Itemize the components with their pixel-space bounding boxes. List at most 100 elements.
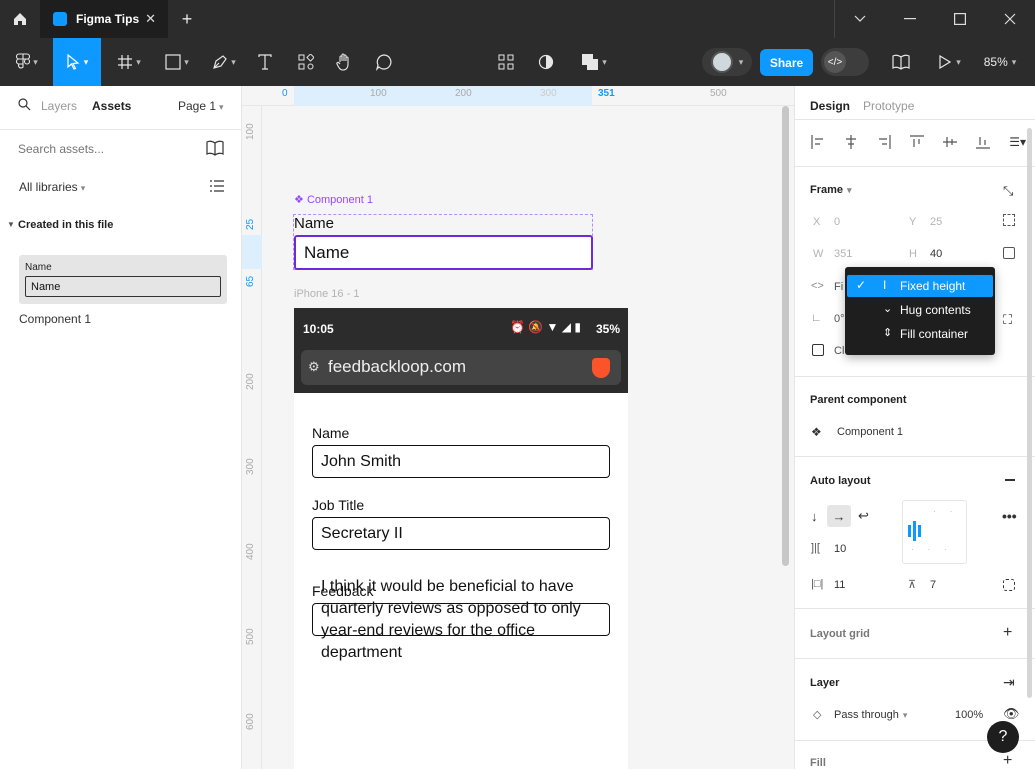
close-window-button[interactable] — [998, 0, 1022, 38]
avatar — [710, 51, 733, 73]
add-layout-grid-icon[interactable]: + — [1003, 624, 1012, 642]
add-fill-icon[interactable]: + — [1003, 752, 1012, 770]
vertical-direction-icon[interactable]: ↓ — [811, 509, 818, 524]
opacity-input[interactable]: 100% — [955, 709, 983, 721]
close-tab-icon[interactable]: ✕ — [145, 11, 156, 27]
canvas-scrollbar[interactable] — [782, 106, 789, 566]
parent-component-name[interactable]: Component 1 — [837, 426, 903, 438]
menu-item-label: Hug contents — [900, 303, 971, 317]
canvas[interactable]: ❖ Component 1 Name Name iPhone 16 - 1 10… — [262, 106, 794, 769]
avatar-button[interactable]: ▾ — [702, 48, 752, 76]
page-selector[interactable]: Page 1 ▾ — [178, 99, 224, 113]
minimize-button[interactable] — [898, 0, 922, 38]
align-center-h-icon[interactable] — [844, 135, 858, 149]
share-button[interactable]: Share — [760, 49, 813, 76]
h-input[interactable]: 40 — [930, 248, 942, 260]
component-label[interactable]: ❖ Component 1 — [294, 193, 373, 206]
job-title-field[interactable]: Secretary II — [312, 517, 610, 550]
blend-mode-dropdown[interactable]: Pass through ▾ — [834, 709, 907, 721]
resources-button[interactable] — [295, 50, 317, 74]
site-settings-icon[interactable]: ⚙ — [308, 359, 320, 375]
tab-layers[interactable]: Layers — [41, 99, 77, 113]
distribute-icon[interactable]: ☰▾ — [1009, 135, 1026, 149]
search-layers-icon[interactable] — [18, 98, 31, 114]
frame-tool-button[interactable]: ▾ — [112, 50, 146, 74]
hand-tool-button[interactable] — [333, 50, 355, 74]
component-name[interactable]: Component 1 — [19, 312, 91, 326]
pen-tool-button[interactable]: ▾ — [207, 50, 241, 74]
present-button[interactable]: ▾ — [933, 50, 967, 74]
shape-tool-button[interactable]: ▾ — [160, 50, 194, 74]
zoom-dropdown[interactable]: 85% ▾ — [978, 50, 1022, 74]
text-tool-button[interactable] — [254, 50, 276, 74]
menu-item-fixed-height[interactable]: ✓ I Fixed height — [847, 275, 993, 297]
constraints-icon[interactable] — [1003, 214, 1015, 226]
gap-input[interactable]: 10 — [834, 543, 846, 555]
list-view-icon[interactable] — [210, 180, 224, 195]
library-book-icon[interactable] — [206, 140, 224, 159]
move-tool-button[interactable]: ▾ — [53, 38, 101, 86]
comment-tool-button[interactable] — [373, 50, 395, 74]
remove-auto-layout-icon[interactable] — [1005, 479, 1015, 481]
tab-assets[interactable]: Assets — [92, 99, 131, 113]
frame-label[interactable]: iPhone 16 - 1 — [294, 288, 359, 300]
help-button[interactable]: ? — [987, 721, 1019, 753]
url-bar[interactable]: ⚙ feedbackloop.com — [301, 350, 621, 385]
component-tools-button[interactable] — [495, 50, 517, 74]
resizing-partial[interactable]: Fi — [834, 281, 843, 293]
individual-padding-icon[interactable] — [1003, 579, 1015, 591]
chevron-down-icon[interactable] — [848, 0, 872, 38]
clip-content-checkbox[interactable] — [812, 344, 824, 356]
libraries-dropdown[interactable]: All libraries ▾ — [19, 180, 85, 194]
frame-section-title[interactable]: Frame ▾ — [810, 184, 852, 196]
wrap-icon[interactable]: ↩ — [858, 508, 869, 524]
ruler-selection — [242, 235, 262, 269]
rotation-icon: ∟ — [811, 312, 822, 324]
new-tab-button[interactable]: + — [176, 0, 198, 38]
name-field[interactable]: John Smith — [312, 445, 610, 478]
visibility-eye-icon[interactable]: 👁 — [1003, 706, 1020, 722]
component-field[interactable]: Name — [294, 235, 593, 270]
tab-design[interactable]: Design — [810, 99, 850, 113]
main-menu-button[interactable]: ▾ — [10, 50, 44, 74]
dev-mode-toggle[interactable]: </> — [821, 48, 869, 76]
align-right-icon[interactable] — [877, 135, 891, 149]
tab-figma-tips[interactable]: Figma Tips ✕ — [40, 0, 168, 38]
search-assets-input[interactable] — [18, 139, 188, 159]
mask-button[interactable] — [535, 50, 557, 74]
w-input[interactable]: 351 — [834, 248, 852, 260]
collapse-icon[interactable]: ⤡ — [1003, 183, 1013, 199]
aspect-ratio-icon[interactable] — [1003, 247, 1015, 259]
battery-level: 35% — [596, 322, 621, 336]
vertical-padding-input[interactable]: 7 — [930, 579, 936, 591]
brave-logo-icon[interactable] — [592, 358, 610, 378]
alignment-grid[interactable]: ·· ··· — [902, 500, 967, 564]
boolean-button[interactable]: ▾ — [576, 50, 612, 74]
layer-options-icon[interactable]: ⇥ — [1003, 674, 1015, 691]
home-button[interactable] — [0, 0, 40, 38]
more-options-icon[interactable]: ••• — [1002, 508, 1017, 524]
rotation-partial[interactable]: 0° — [834, 313, 845, 325]
maximize-button[interactable] — [948, 0, 972, 38]
phone-frame[interactable]: 10:05 ⏰ 🔕 ▼ ◢ ▮ 35% ⚙ feedbackloop.com N… — [294, 308, 628, 769]
caret-down-icon[interactable]: ▼ — [7, 220, 15, 229]
horizontal-direction-icon[interactable]: → — [827, 505, 851, 527]
align-center-v-icon[interactable] — [943, 135, 958, 149]
pen-icon — [213, 55, 228, 69]
fixed-height-icon: I — [883, 278, 887, 292]
y-input[interactable]: 25 — [930, 216, 942, 228]
corner-radius-icon[interactable]: ⛶ — [1003, 312, 1012, 328]
align-bottom-icon[interactable] — [976, 135, 991, 149]
library-button[interactable] — [890, 50, 912, 74]
align-top-icon[interactable] — [910, 135, 925, 149]
menu-item-fill-container[interactable]: ⇕ Fill container — [847, 323, 993, 345]
component-frame[interactable]: Name Name — [293, 214, 593, 270]
layout-grid-title: Layout grid — [810, 628, 870, 640]
x-input[interactable]: 0 — [834, 216, 840, 228]
right-panel-scrollbar[interactable] — [1027, 128, 1032, 698]
align-left-icon[interactable] — [811, 135, 825, 149]
menu-item-hug-contents[interactable]: ⌄ Hug contents — [847, 299, 993, 321]
tab-prototype[interactable]: Prototype — [863, 99, 914, 113]
component-thumbnail[interactable]: Name Name — [19, 255, 227, 304]
horizontal-padding-input[interactable]: 11 — [834, 579, 845, 591]
